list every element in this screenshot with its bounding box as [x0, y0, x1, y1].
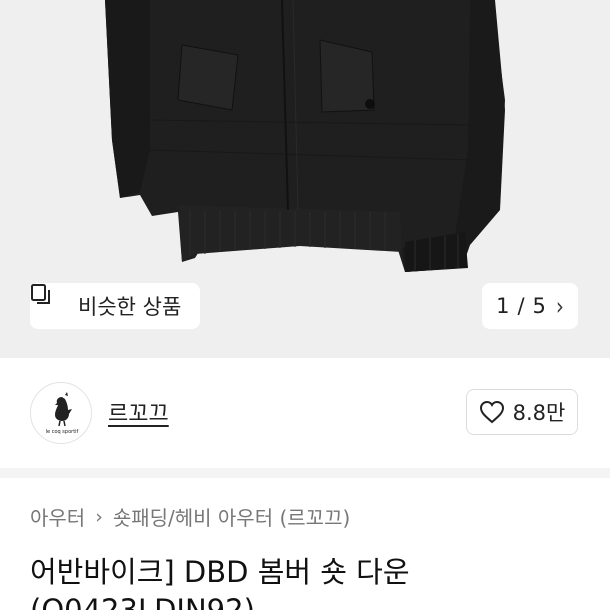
similar-items-button[interactable]: 비슷한 상품: [30, 283, 200, 329]
like-button[interactable]: 8.8만: [466, 389, 578, 435]
product-image-carousel[interactable]: 비슷한 상품 1 / 5 ›: [0, 0, 610, 358]
breadcrumb: 아우터 › 숏패딩/헤비 아우터 (르꼬끄): [30, 502, 350, 531]
seller-avatar[interactable]: le coq sportif: [30, 382, 92, 444]
breadcrumb-item-subcategory[interactable]: 숏패딩/헤비 아우터 (르꼬끄): [113, 502, 350, 531]
seller-name-link[interactable]: 르꼬끄: [108, 396, 169, 428]
svg-text:le coq sportif: le coq sportif: [46, 429, 79, 435]
like-count: 8.8만: [512, 401, 566, 425]
breadcrumb-item-category[interactable]: 아우터: [30, 502, 85, 531]
pager-current: 1: [496, 294, 510, 318]
pager-separator: /: [517, 294, 525, 318]
similar-items-label: 비슷한 상품: [78, 295, 182, 319]
heart-outline-icon: [479, 400, 504, 424]
rooster-logo-icon: le coq sportif: [46, 392, 79, 435]
chevron-right-icon: ›: [95, 505, 103, 528]
seller-row: le coq sportif 르꼬끄 8.8만: [0, 358, 610, 468]
product-title: 어반바이크] DBD 봄버 숏 다운 (Q0423LDJN92): [30, 555, 410, 610]
chevron-right-icon[interactable]: ›: [556, 292, 564, 321]
pager-total: 5: [532, 294, 546, 318]
similar-items-icon: [31, 284, 68, 317]
image-pager[interactable]: 1 / 5 ›: [482, 283, 578, 329]
section-divider: [0, 468, 610, 478]
